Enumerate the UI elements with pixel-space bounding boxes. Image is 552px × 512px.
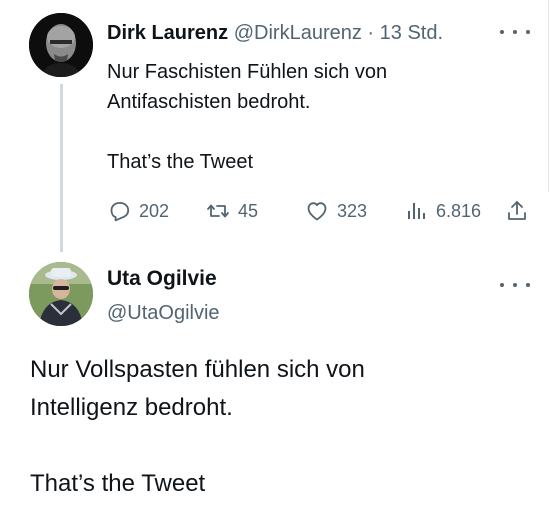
author-handle[interactable]: @DirkLaurenz	[234, 22, 362, 44]
more-horizontal-icon[interactable]	[500, 275, 530, 295]
tweet-text-line-3: That’s the Tweet	[107, 151, 254, 173]
like-button[interactable]: 323	[305, 197, 367, 225]
retweet-count: 45	[238, 200, 259, 221]
thread-connector-line	[60, 84, 63, 252]
views-button[interactable]: 6.816	[404, 197, 481, 225]
parent-tweet[interactable]: Dirk Laurenz @DirkLaurenz · 13 Std. Nur …	[0, 0, 552, 252]
like-count: 323	[337, 200, 368, 221]
author-name[interactable]: Uta Ogilvie	[107, 266, 217, 292]
author-handle[interactable]: @UtaOgilvie	[107, 300, 220, 326]
retweet-icon	[207, 204, 229, 218]
reply-count: 202	[139, 200, 170, 221]
reply-icon	[110, 202, 130, 222]
dirk-avatar-image	[29, 13, 93, 77]
more-horizontal-icon[interactable]	[500, 22, 530, 42]
reply-tweet[interactable]: Uta Ogilvie @UtaOgilvie Nur Vollspasten …	[0, 250, 552, 512]
tweet-text-line-3: That’s the Tweet	[30, 470, 206, 497]
header-separator: ·	[367, 22, 375, 44]
uta-avatar-image	[29, 262, 93, 326]
tweet-text-line-2: Antifaschisten bedroht.	[107, 91, 311, 113]
avatar[interactable]	[29, 262, 93, 326]
views-chart-icon	[408, 203, 425, 219]
tweet-timestamp[interactable]: 13 Std.	[380, 22, 443, 44]
tweet-action-bar: 202 45 323 6.816	[107, 197, 532, 225]
heart-icon	[307, 202, 327, 221]
tweet-text: Nur Vollspasten fühlen sich von Intellig…	[30, 351, 530, 503]
author-name[interactable]: Dirk Laurenz	[107, 22, 228, 44]
avatar[interactable]	[29, 13, 93, 77]
tweet-text: Nur Faschisten Fühlen sich von Antifasch…	[107, 57, 527, 177]
reply-button[interactable]: 202	[107, 197, 169, 225]
view-count: 6.816	[436, 200, 482, 221]
share-icon	[508, 201, 526, 220]
tweet-header: Dirk Laurenz @DirkLaurenz · 13 Std.	[107, 20, 507, 46]
tweet-text-line-1: Nur Faschisten Fühlen sich von	[107, 61, 388, 83]
share-button[interactable]	[505, 197, 537, 225]
tweet-text-line-1: Nur Vollspasten fühlen sich von	[30, 356, 365, 383]
card-right-border	[548, 0, 549, 192]
tweet-text-line-2: Intelligenz bedroht.	[30, 394, 233, 421]
retweet-button[interactable]: 45	[206, 197, 258, 225]
